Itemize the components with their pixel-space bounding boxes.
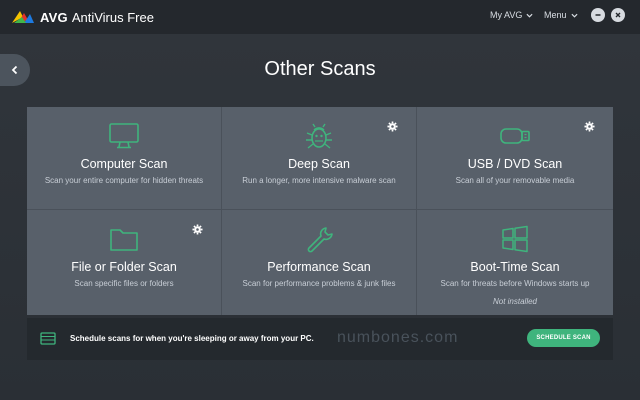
gear-icon[interactable] xyxy=(387,121,398,132)
watermark: numbones.com xyxy=(337,329,459,346)
close-button[interactable] xyxy=(611,8,625,22)
schedule-scan-button[interactable]: SCHEDULE SCAN xyxy=(527,329,600,347)
boot-time-scan-tile[interactable]: Boot-Time Scan Scan for threats before W… xyxy=(417,210,613,315)
tile-title: USB / DVD Scan xyxy=(467,157,563,171)
tile-description: Scan specific files or folders xyxy=(74,279,174,288)
usb-drive-icon xyxy=(500,128,530,144)
my-avg-label: My AVG xyxy=(490,10,523,20)
monitor-icon xyxy=(109,123,139,149)
install-status: Not installed xyxy=(492,297,538,306)
tile-title: Computer Scan xyxy=(80,157,168,171)
chevron-down-icon xyxy=(526,13,533,18)
deep-scan-tile[interactable]: Deep Scan Run a longer, more intensive m… xyxy=(222,107,417,210)
calendar-icon xyxy=(40,332,56,345)
tile-description: Scan for performance problems & junk fil… xyxy=(242,279,396,288)
tile-description: Run a longer, more intensive malware sca… xyxy=(242,176,396,185)
minimize-button[interactable] xyxy=(591,8,605,22)
menu-label: Menu xyxy=(544,10,567,20)
performance-scan-tile[interactable]: Performance Scan Scan for performance pr… xyxy=(222,210,417,315)
brand-name: AVG xyxy=(40,9,68,25)
schedule-text: Schedule scans for when you're sleeping … xyxy=(70,334,314,343)
tile-description: Scan your entire computer for hidden thr… xyxy=(44,176,204,185)
minimize-icon xyxy=(595,14,601,16)
tile-title: Boot-Time Scan xyxy=(470,260,560,274)
avg-logo-icon xyxy=(12,11,34,23)
product-name: AntiVirus Free xyxy=(71,9,154,25)
usb-dvd-scan-tile[interactable]: USB / DVD Scan Scan all of your removabl… xyxy=(417,107,613,210)
bug-icon xyxy=(306,123,332,149)
file-folder-scan-tile[interactable]: File or Folder Scan Scan specific files … xyxy=(27,210,222,315)
close-icon xyxy=(615,12,621,18)
folder-icon xyxy=(110,229,138,251)
app-logo: AVG AntiVirus Free xyxy=(10,8,154,26)
windows-logo-icon xyxy=(502,225,528,253)
wrench-icon xyxy=(307,227,333,253)
computer-scan-tile[interactable]: Computer Scan Scan your entire computer … xyxy=(27,107,222,210)
tile-title: File or Folder Scan xyxy=(71,260,177,274)
tile-description: Scan all of your removable media xyxy=(455,176,575,185)
title-bar: AVG AntiVirus Free My AVG Menu xyxy=(0,0,640,34)
tile-title: Performance Scan xyxy=(267,260,371,274)
gear-icon[interactable] xyxy=(192,224,203,235)
main-menu[interactable]: Menu xyxy=(544,10,578,20)
gear-icon[interactable] xyxy=(584,121,595,132)
tile-title: Deep Scan xyxy=(288,157,350,171)
my-avg-menu[interactable]: My AVG xyxy=(490,10,533,20)
page-title: Other Scans xyxy=(264,58,376,80)
chevron-down-icon xyxy=(570,13,578,18)
tile-description: Scan for threats before Windows starts u… xyxy=(440,279,590,288)
scan-grid: Computer Scan Scan your entire computer … xyxy=(27,107,613,315)
schedule-bar: Schedule scans for when you're sleeping … xyxy=(27,318,613,360)
